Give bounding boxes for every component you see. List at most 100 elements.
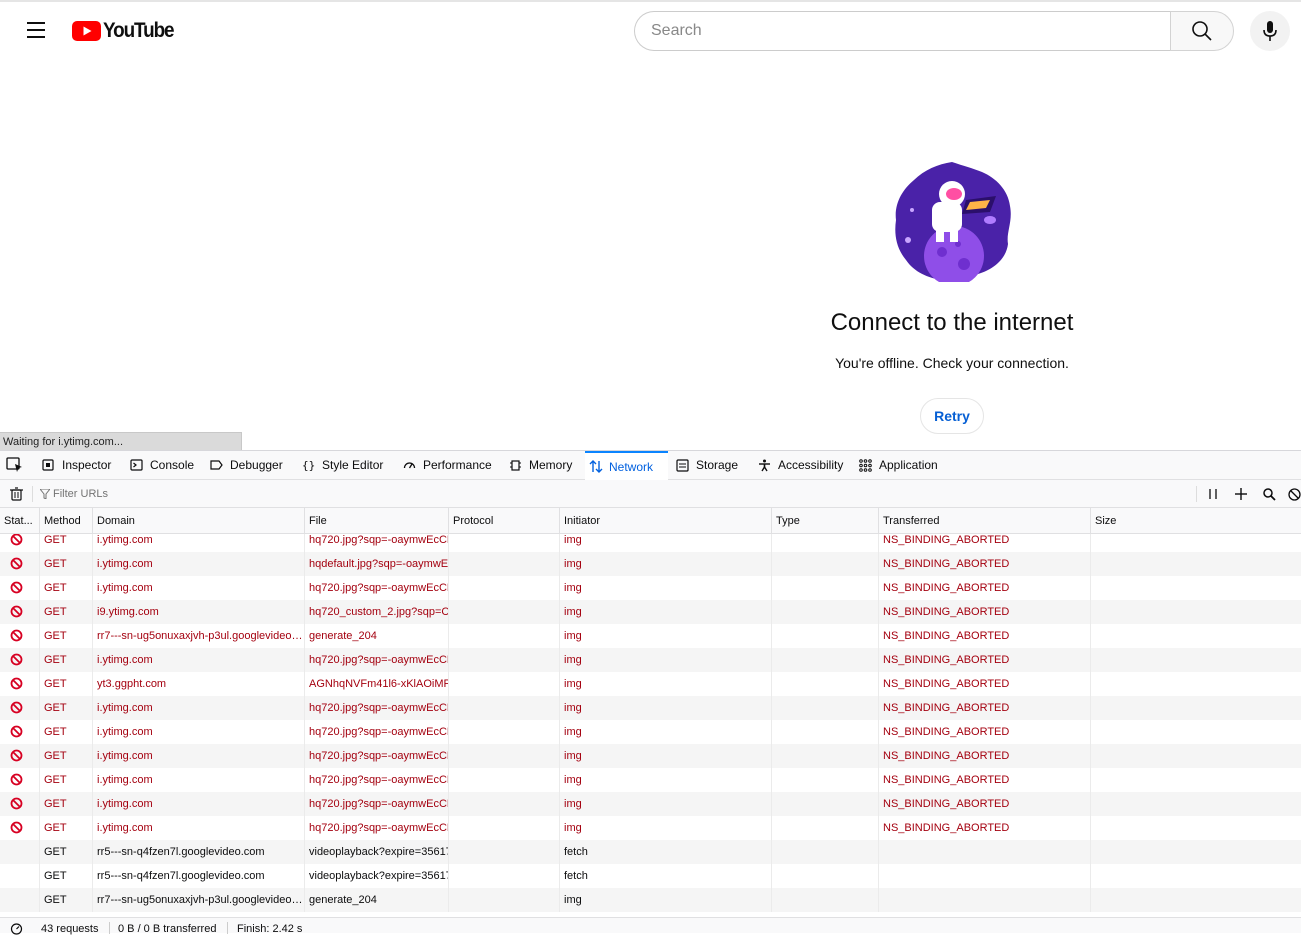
initiator-cell: img [560,768,772,792]
transferred-cell: NS_BINDING_ABORTED [879,744,1091,768]
tab-accessibility[interactable]: Accessibility [754,451,851,479]
tab-storage[interactable]: Storage [672,451,750,479]
column-header-domain[interactable]: Domain [93,508,305,534]
toolbar-divider [32,486,33,502]
type-cell [772,888,879,912]
request-row[interactable]: GETi.ytimg.comhq720.jpg?sqp=-oaymwEcCNAF… [0,768,1301,792]
domain-cell: i.ytimg.com [93,552,305,576]
request-row[interactable]: GETi.ytimg.comhq720.jpg?sqp=-oaymwEcCNAF… [0,696,1301,720]
protocol-cell [449,552,560,576]
status-cell [0,534,40,552]
voice-search-button[interactable] [1250,11,1290,51]
blocked-icon [10,629,23,642]
size-cell [1091,864,1301,888]
request-row[interactable]: GETi.ytimg.comhq720.jpg?sqp=-oaymwEcCNAF… [0,576,1301,600]
search-input[interactable]: Search [634,11,1171,51]
blocked-icon [10,581,23,594]
type-cell [772,744,879,768]
request-list: GETi.ytimg.comhq720.jpg?sqp=-oaymwEcCNAF… [0,534,1301,918]
tab-inspector[interactable]: Inspector [38,451,122,479]
pause-button[interactable] [1205,486,1221,502]
protocol-cell [449,720,560,744]
status-cell [0,816,40,840]
status-cell [0,576,40,600]
blocked-icon [10,557,23,570]
svg-text:{}: {} [302,459,315,472]
column-header-transferred[interactable]: Transferred [879,508,1091,534]
initiator-cell: fetch [560,864,772,888]
request-row[interactable]: GETi.ytimg.comhqdefault.jpg?sqp=-oaymwEb… [0,552,1301,576]
type-cell [772,576,879,600]
tab-console[interactable]: Console [126,451,202,479]
toolbar-divider [1196,486,1197,502]
request-row[interactable]: GETi.ytimg.comhq720.jpg?sqp=-oaymwEcCNAF… [0,744,1301,768]
column-header-file[interactable]: File [305,508,449,534]
initiator-cell: img [560,792,772,816]
request-row[interactable]: GET i9.ytimg.com hq720_custom_2.jpg?sqp=CP… [0,600,1301,624]
type-cell [772,840,879,864]
file-cell: hq720.jpg?sqp=-oaymwEcCNAFEJQDSFXyq4qpAw… [305,648,449,672]
domain-cell: i9.ytimg.com [93,600,305,624]
youtube-logo[interactable]: YouTube [72,19,181,43]
request-row[interactable]: GET rr5---sn-q4fzen7l.googlevideo.com vide… [0,840,1301,864]
tab-memory[interactable]: Memory [505,451,581,479]
type-cell [772,648,879,672]
blocked-icon [10,605,23,618]
type-cell [772,534,879,552]
column-header-initiator[interactable]: Initiator [560,508,772,534]
protocol-cell [449,576,560,600]
file-cell: hq720_custom_2.jpg?sqp=CPy [305,600,449,624]
request-row[interactable]: GET rr5---sn-q4fzen7l.googlevideo.com vide… [0,864,1301,888]
clear-requests-button[interactable] [8,486,24,502]
file-cell: hq720.jpg?sqp=-oaymwEcCNAFEJQDSFXyq4qpAw… [305,768,449,792]
request-row[interactable]: GETi.ytimg.comhq720.jpg?sqp=-oaymwEcCNAF… [0,792,1301,816]
method-cell: GET [40,624,93,648]
size-cell [1091,672,1301,696]
filter-urls-placeholder: Filter URLs [53,488,109,500]
retry-button[interactable]: Retry [920,398,984,434]
request-row[interactable]: GETi.ytimg.comhq720.jpg?sqp=-oaymwEcCNAF… [0,816,1301,840]
youtube-play-icon [72,21,101,41]
tab-performance[interactable]: Performance [399,451,501,479]
method-cell: GET [40,576,93,600]
domain-cell: i.ytimg.com [93,816,305,840]
block-requests-button[interactable] [1288,486,1301,502]
element-picker-icon[interactable] [6,457,24,473]
type-cell [772,552,879,576]
request-count: 43 requests [41,923,99,935]
console-icon [130,458,143,471]
protocol-cell [449,600,560,624]
tab-debugger[interactable]: Debugger [206,451,294,479]
transferred-cell [879,840,1091,864]
initiator-cell: img [560,576,772,600]
status-cell [0,552,40,576]
hamburger-menu-button[interactable] [16,10,56,50]
method-cell: GET [40,744,93,768]
request-row[interactable]: GETi.ytimg.comhq720.jpg?sqp=-oaymwEcCNAF… [0,534,1301,552]
transferred-cell: NS_BINDING_ABORTED [879,672,1091,696]
devtools-tab-bar: Inspector Console Debugger {} Style Editor Pe… [0,451,1301,480]
column-header-type[interactable]: Type [772,508,879,534]
status-cell [0,840,40,864]
request-row[interactable]: GET rr7---sn-ug5onuxaxjvh-p3ul.googlevide… [0,624,1301,648]
summary-divider [227,922,228,934]
search-button[interactable] [1170,11,1234,51]
initiator-cell: img [560,888,772,912]
request-row[interactable]: GETi.ytimg.comhq720.jpg?sqp=-oaymwEcCNAF… [0,648,1301,672]
status-cell [0,768,40,792]
column-header-status[interactable]: Stat... [0,508,40,534]
method-cell: GET [40,720,93,744]
request-row[interactable]: GET rr7---sn-ug5onuxaxjvh-p3ul.googlevide… [0,888,1301,912]
tab-network[interactable]: Network [585,451,668,480]
tab-application[interactable]: Application [855,451,944,479]
search-requests-button[interactable] [1261,486,1277,502]
request-row[interactable]: GETi.ytimg.comhq720.jpg?sqp=-oaymwEcCNAF… [0,720,1301,744]
new-request-button[interactable] [1233,486,1249,502]
column-header-method[interactable]: Method [40,508,93,534]
tab-style-editor[interactable]: {} Style Editor [298,451,395,479]
filter-urls-input[interactable]: Filter URLs [40,486,108,502]
tab-label: Storage [696,458,739,472]
request-row[interactable]: GETyt3.ggpht.comAGNhqNVFm41l6-xKlAOiMPeX… [0,672,1301,696]
column-header-protocol[interactable]: Protocol [449,508,560,534]
column-header-size[interactable]: Size [1091,508,1301,534]
